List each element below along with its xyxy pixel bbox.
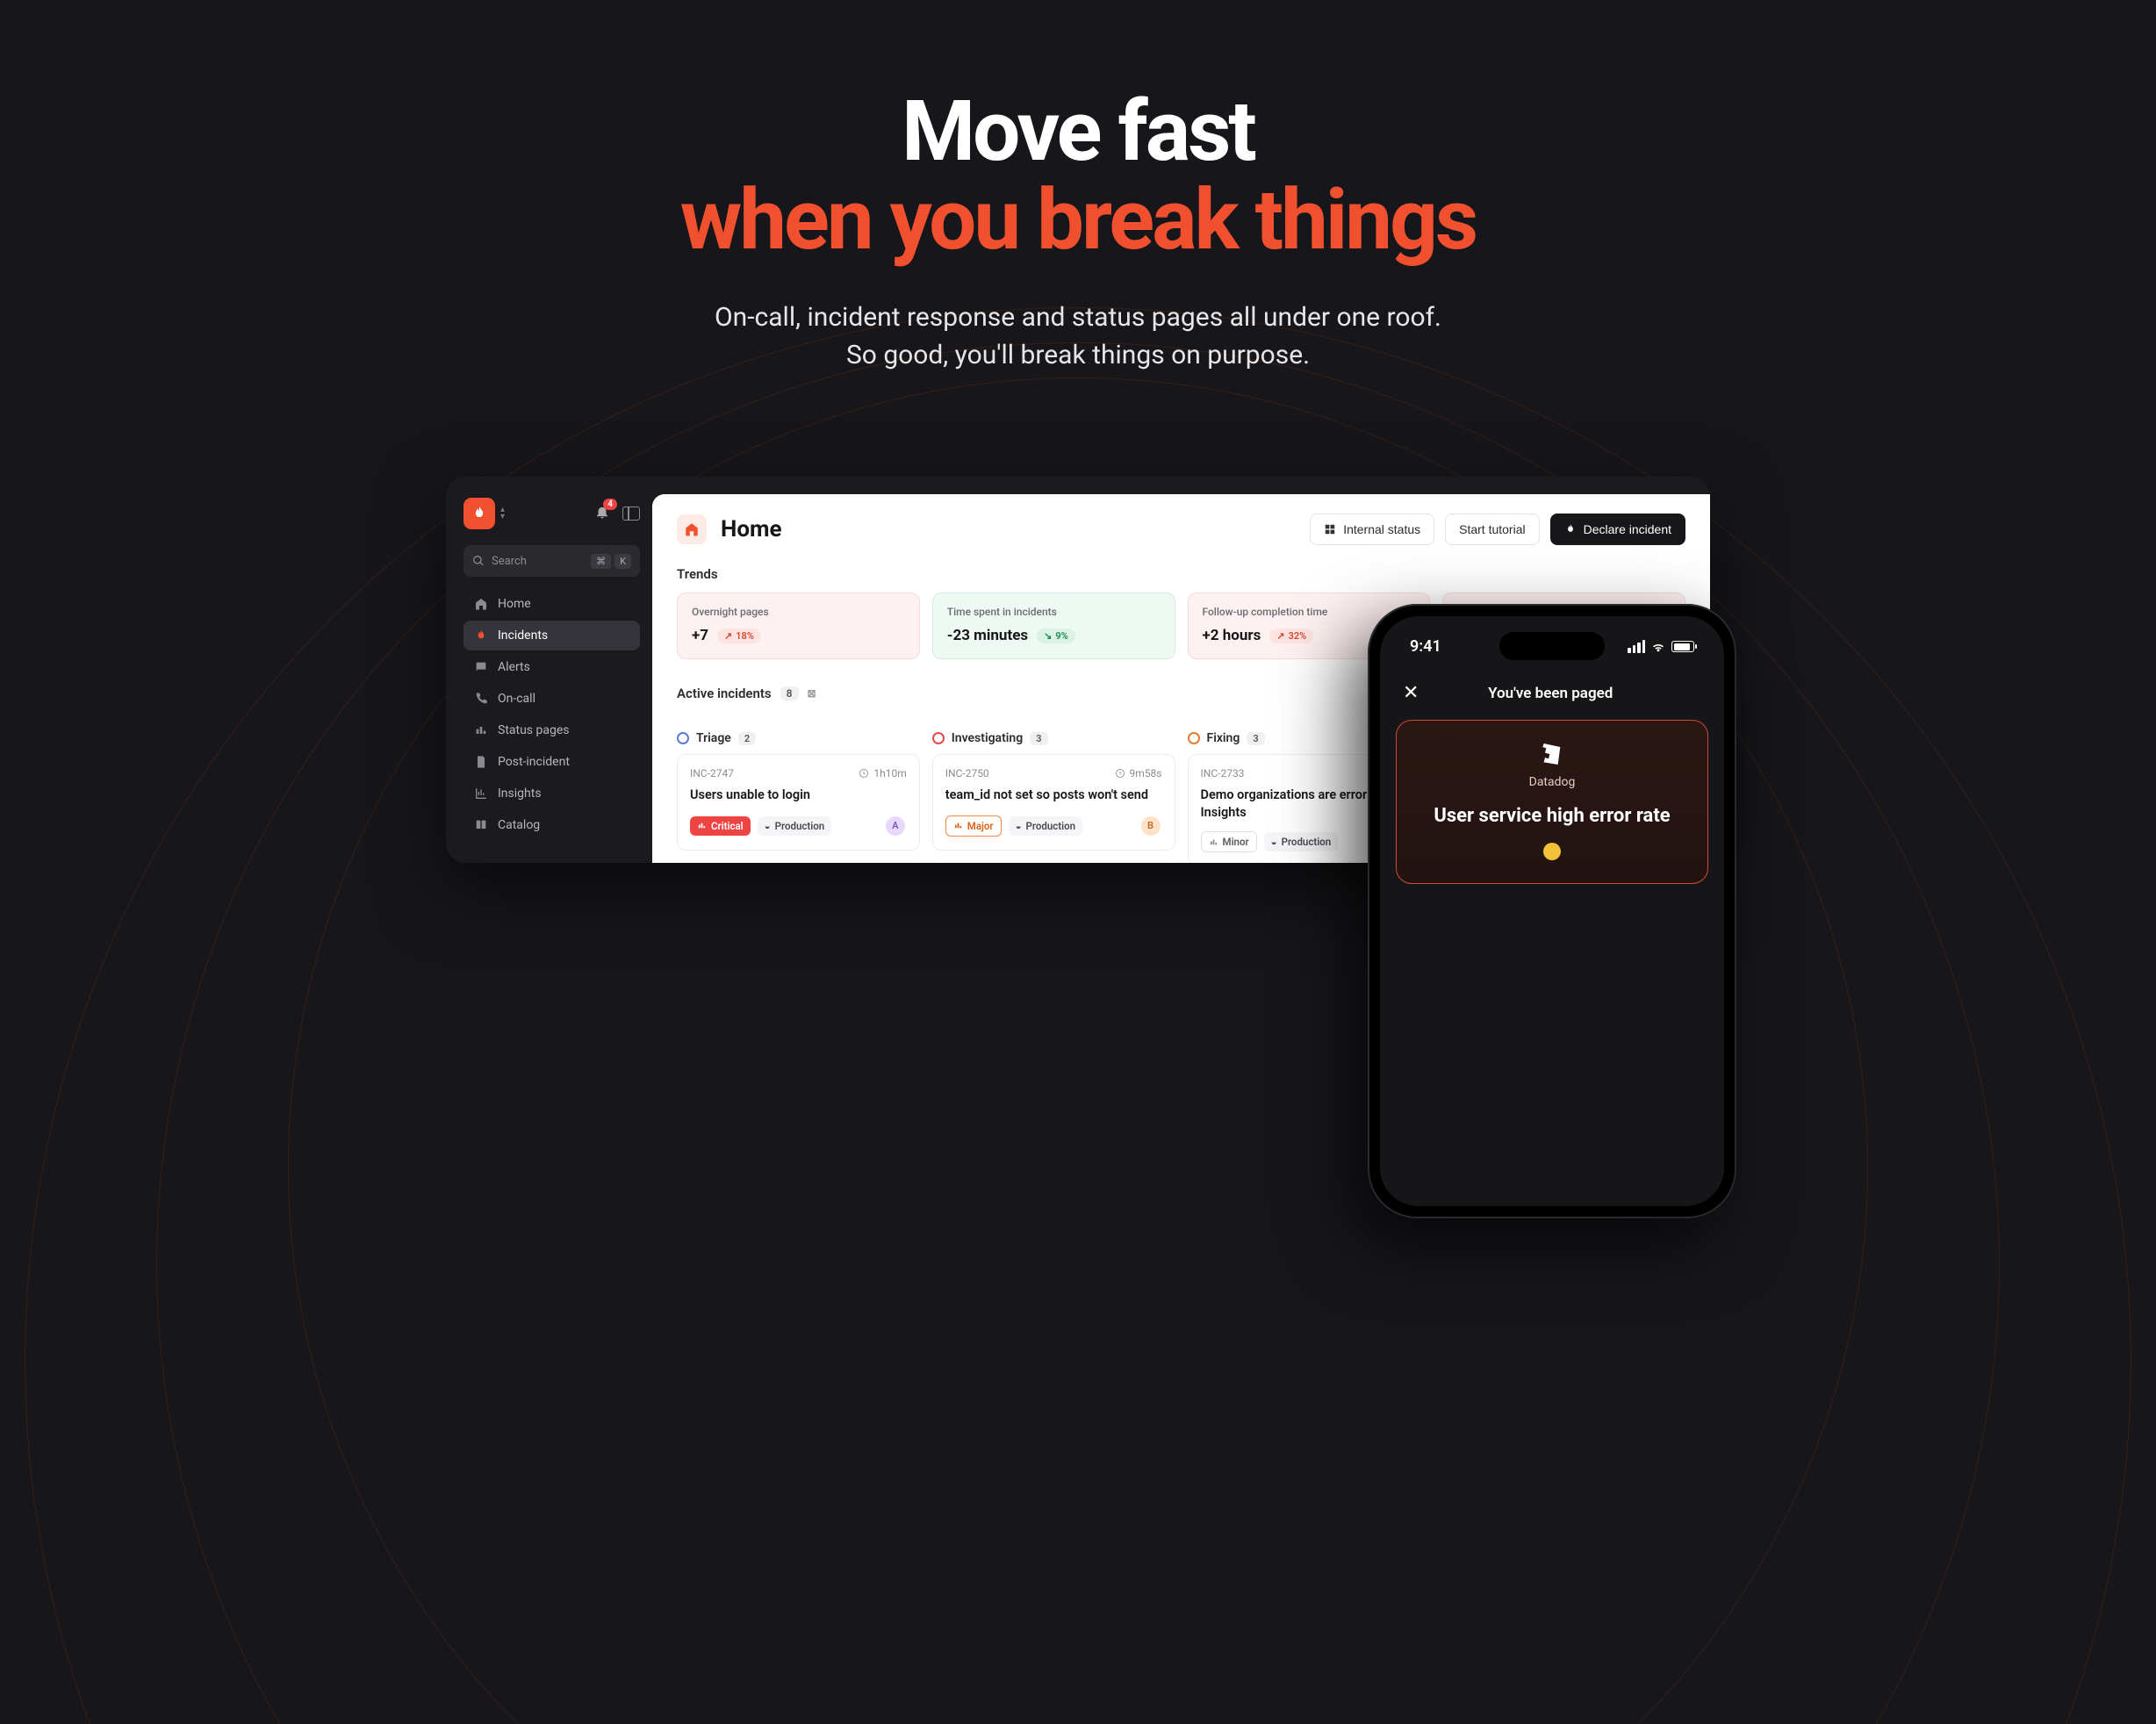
- assignee-avatar[interactable]: B: [1139, 815, 1162, 837]
- flame-icon: [474, 629, 488, 643]
- sidebar-item-insights[interactable]: Insights: [464, 779, 640, 808]
- datadog-icon: [1538, 740, 1566, 768]
- bars-icon: [697, 821, 707, 830]
- sidebar-nav: Home Incidents Alerts On-call: [464, 589, 652, 840]
- hero-line1: Move fast: [902, 83, 1254, 181]
- severity-chip: Critical: [690, 816, 751, 836]
- home-page-icon: [677, 514, 707, 544]
- sidebar-item-statuspages[interactable]: Status pages: [464, 715, 640, 745]
- chart-icon: [474, 787, 488, 801]
- home-icon: [474, 597, 488, 611]
- org-switcher-caret-icon[interactable]: ▴▾: [500, 506, 505, 521]
- trend-card[interactable]: Overnight pages +7 ↗ 18%: [677, 593, 920, 659]
- active-incidents-heading: Active incidents 8 ⊠: [677, 686, 816, 701]
- signal-icon: [1628, 640, 1645, 653]
- severity-chip: Minor: [1201, 831, 1257, 852]
- sidebar-item-home[interactable]: Home: [464, 589, 640, 619]
- alert-icon: [474, 660, 488, 674]
- status-dot-icon: [677, 732, 689, 744]
- internal-status-button[interactable]: Internal status: [1310, 514, 1434, 545]
- notifications-button[interactable]: 4: [594, 504, 610, 523]
- search-icon: [472, 555, 485, 567]
- app-logo[interactable]: [464, 498, 495, 529]
- sidebar-item-alerts[interactable]: Alerts: [464, 652, 640, 682]
- alert-message: User service high error rate: [1414, 805, 1690, 827]
- phone-icon: [474, 692, 488, 706]
- clock-icon: [1115, 768, 1125, 779]
- phone-notch: [1499, 632, 1605, 660]
- bars-icon: [1209, 837, 1218, 847]
- notification-badge: 4: [603, 499, 617, 510]
- env-chip: ◒ Production: [1264, 832, 1339, 851]
- column-triage: Triage2 INC-27471h10m Users unable to lo…: [677, 722, 920, 863]
- bars-icon: [474, 723, 488, 737]
- hero-headline: Move fast when you break things: [0, 88, 2156, 265]
- page-header: Home Internal status Start tutorial: [652, 494, 1710, 561]
- home-icon: [684, 521, 700, 537]
- page-alert-card[interactable]: Datadog User service high error rate: [1396, 720, 1708, 884]
- phone-mockup: 9:41 ✕ You've been paged Datadog User se…: [1368, 604, 1736, 1218]
- document-icon: [474, 755, 488, 769]
- warning-icon: [1543, 843, 1561, 860]
- incident-card[interactable]: INC-27509m58s team_id not set so posts w…: [932, 754, 1175, 851]
- assignee-avatar[interactable]: A: [884, 815, 907, 837]
- sidebar-item-oncall[interactable]: On-call: [464, 684, 640, 714]
- column-investigating: Investigating3 INC-27509m58s team_id not…: [932, 722, 1175, 863]
- env-chip: ◒ Production: [1009, 816, 1083, 836]
- flame-icon: [1564, 523, 1577, 535]
- phone-page-title: You've been paged: [1399, 685, 1701, 702]
- trend-delta: ↘ 9%: [1037, 629, 1075, 643]
- alert-source: Datadog: [1414, 775, 1690, 789]
- battery-icon: [1671, 641, 1694, 652]
- search-input[interactable]: Search ⌘ K: [464, 545, 640, 577]
- declare-incident-button[interactable]: Declare incident: [1550, 514, 1685, 545]
- book-icon: [474, 818, 488, 832]
- trend-delta: ↗ 32%: [1269, 629, 1313, 643]
- clear-filter-icon[interactable]: ⊠: [808, 687, 816, 700]
- status-dot-icon: [1188, 732, 1200, 744]
- flame-icon: [471, 505, 488, 522]
- grid-icon: [1324, 523, 1336, 535]
- incident-card[interactable]: INC-27471h10m Users unable to login Crit…: [677, 754, 920, 851]
- start-tutorial-button[interactable]: Start tutorial: [1445, 514, 1539, 545]
- sidebar-item-catalog[interactable]: Catalog: [464, 810, 640, 840]
- page-title: Home: [721, 516, 782, 542]
- search-placeholder: Search: [492, 555, 527, 568]
- wifi-icon: [1650, 641, 1666, 653]
- hero-line2: when you break things: [680, 171, 1476, 269]
- severity-chip: Major: [945, 815, 1002, 837]
- trend-card[interactable]: Time spent in incidents -23 minutes ↘ 9%: [932, 593, 1175, 659]
- trend-delta: ↗ 18%: [717, 629, 761, 643]
- trends-heading: Trends: [677, 566, 1685, 582]
- env-chip: ◒ Production: [758, 816, 832, 836]
- status-dot-icon: [932, 732, 945, 744]
- sidebar: ▴▾ 4 Search ⌘ K: [464, 494, 652, 863]
- sidebar-item-postincident[interactable]: Post-incident: [464, 747, 640, 777]
- clock-icon: [859, 768, 869, 779]
- sidebar-item-incidents[interactable]: Incidents: [464, 621, 640, 650]
- hero-sub: On-call, incident response and status pa…: [0, 298, 2156, 375]
- collapse-sidebar-icon[interactable]: [622, 506, 640, 521]
- bars-icon: [953, 821, 963, 830]
- phone-time: 9:41: [1410, 637, 1441, 656]
- search-shortcut: ⌘ K: [591, 554, 631, 569]
- hero: Move fast when you break things On-call,…: [0, 0, 2156, 375]
